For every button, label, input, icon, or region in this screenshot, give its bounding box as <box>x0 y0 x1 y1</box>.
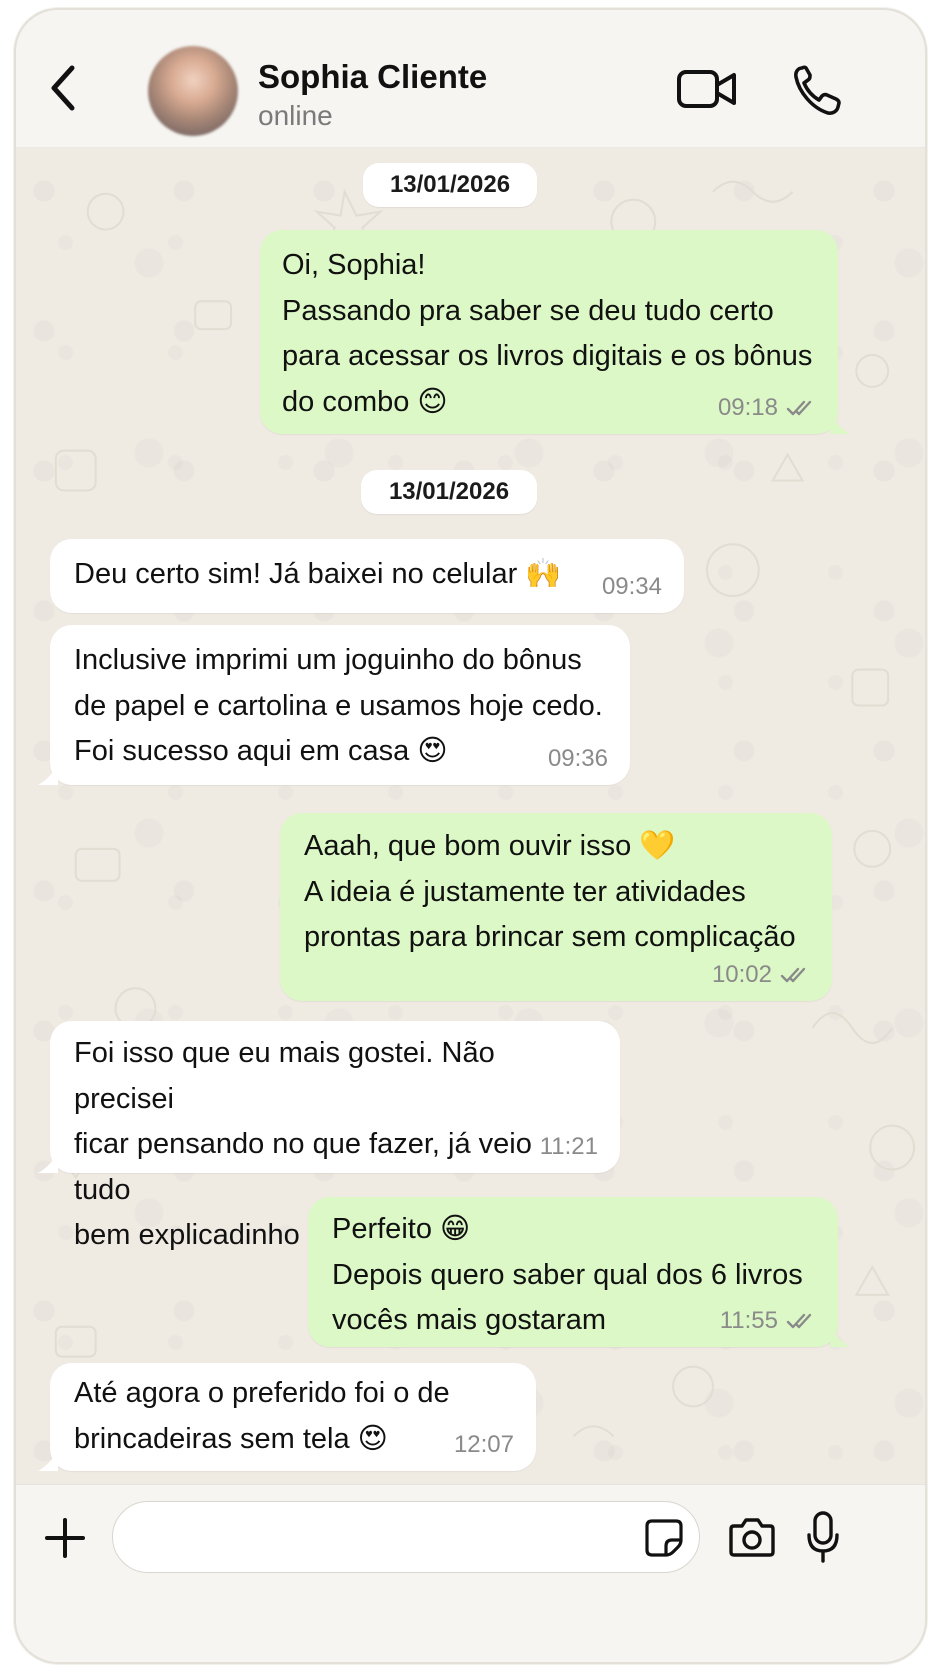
message-incoming[interactable]: Até agora o preferido foi o de brincadei… <box>38 1363 536 1471</box>
message-outgoing[interactable]: Oi, Sophia! Passando pra saber se deu tu… <box>260 230 850 434</box>
sticker-icon <box>645 1519 683 1557</box>
camera-icon <box>729 1518 775 1557</box>
back-button[interactable] <box>42 60 86 116</box>
message-time: 11:21 <box>539 1133 598 1160</box>
bubble-tail <box>830 412 850 434</box>
voice-call-button[interactable] <box>792 62 844 118</box>
avatar[interactable] <box>148 46 238 136</box>
message-time: 10:02 <box>711 961 772 988</box>
plus-icon <box>45 1518 85 1558</box>
bubble-tail <box>38 763 58 785</box>
message-time: 09:34 <box>601 573 662 600</box>
message-meta: 12:07 <box>454 1433 514 1457</box>
message-text: Aaah, que bom ouvir isso 💛 A ideia é jus… <box>304 830 796 953</box>
message-outgoing[interactable]: Aaah, que bom ouvir isso 💛 A ideia é jus… <box>280 813 832 1001</box>
video-call-button[interactable] <box>676 66 738 114</box>
message-incoming[interactable]: Inclusive imprimi um joguinho do bônus d… <box>38 625 630 785</box>
message-meta: 11:21 <box>540 1135 598 1159</box>
date-separator: 13/01/2026 <box>361 470 537 514</box>
attach-button[interactable] <box>44 1517 86 1559</box>
phone-frame: Sophia Cliente online 13/01/2026 Oi, Sop… <box>14 8 927 1664</box>
microphone-icon <box>807 1511 839 1563</box>
phone-icon <box>794 65 841 115</box>
double-check-icon <box>780 967 806 983</box>
message-incoming[interactable]: Foi isso que eu mais gostei. Não precise… <box>38 1021 620 1251</box>
message-meta: 11:55 <box>720 1309 816 1333</box>
message-time: 09:18 <box>717 394 778 421</box>
chevron-left-icon <box>51 65 75 111</box>
contact-status: online <box>258 100 333 131</box>
message-input[interactable] <box>112 1501 700 1573</box>
date-separator: 13/01/2026 <box>363 163 537 207</box>
double-check-icon <box>786 1313 812 1329</box>
video-camera-icon <box>677 70 736 108</box>
camera-button[interactable] <box>728 1515 776 1559</box>
contact-name[interactable]: Sophia Cliente <box>258 58 487 96</box>
bubble-tail <box>38 1449 58 1471</box>
message-outgoing[interactable]: Perfeito 😁 Depois quero saber qual dos 6… <box>308 1197 850 1347</box>
message-incoming[interactable]: Deu certo sim! Já baixei no celular 🙌 09… <box>50 539 684 613</box>
chat-area[interactable]: 13/01/2026 Oi, Sophia! Passando pra sabe… <box>16 149 925 1484</box>
message-time: 09:36 <box>547 745 608 772</box>
message-text: Deu certo sim! Já baixei no celular 🙌 <box>74 558 562 590</box>
bubble-tail <box>830 1325 850 1347</box>
message-meta: 09:18 <box>718 396 816 420</box>
sticker-button[interactable] <box>644 1518 684 1558</box>
chat-header: Sophia Cliente online <box>16 10 925 148</box>
bubble-tail <box>38 1151 58 1173</box>
message-meta: 09:34 <box>602 575 662 599</box>
message-meta: 10:02 <box>712 963 810 987</box>
message-time: 12:07 <box>453 1431 514 1458</box>
message-time: 11:55 <box>719 1307 778 1334</box>
double-check-icon <box>786 400 812 416</box>
message-text: Inclusive imprimi um joguinho do bônus d… <box>74 644 603 767</box>
message-meta: 09:36 <box>548 747 608 771</box>
microphone-button[interactable] <box>806 1511 840 1563</box>
composer-bar <box>16 1484 925 1662</box>
message-text: Até agora o preferido foi o de brincadei… <box>74 1377 450 1455</box>
